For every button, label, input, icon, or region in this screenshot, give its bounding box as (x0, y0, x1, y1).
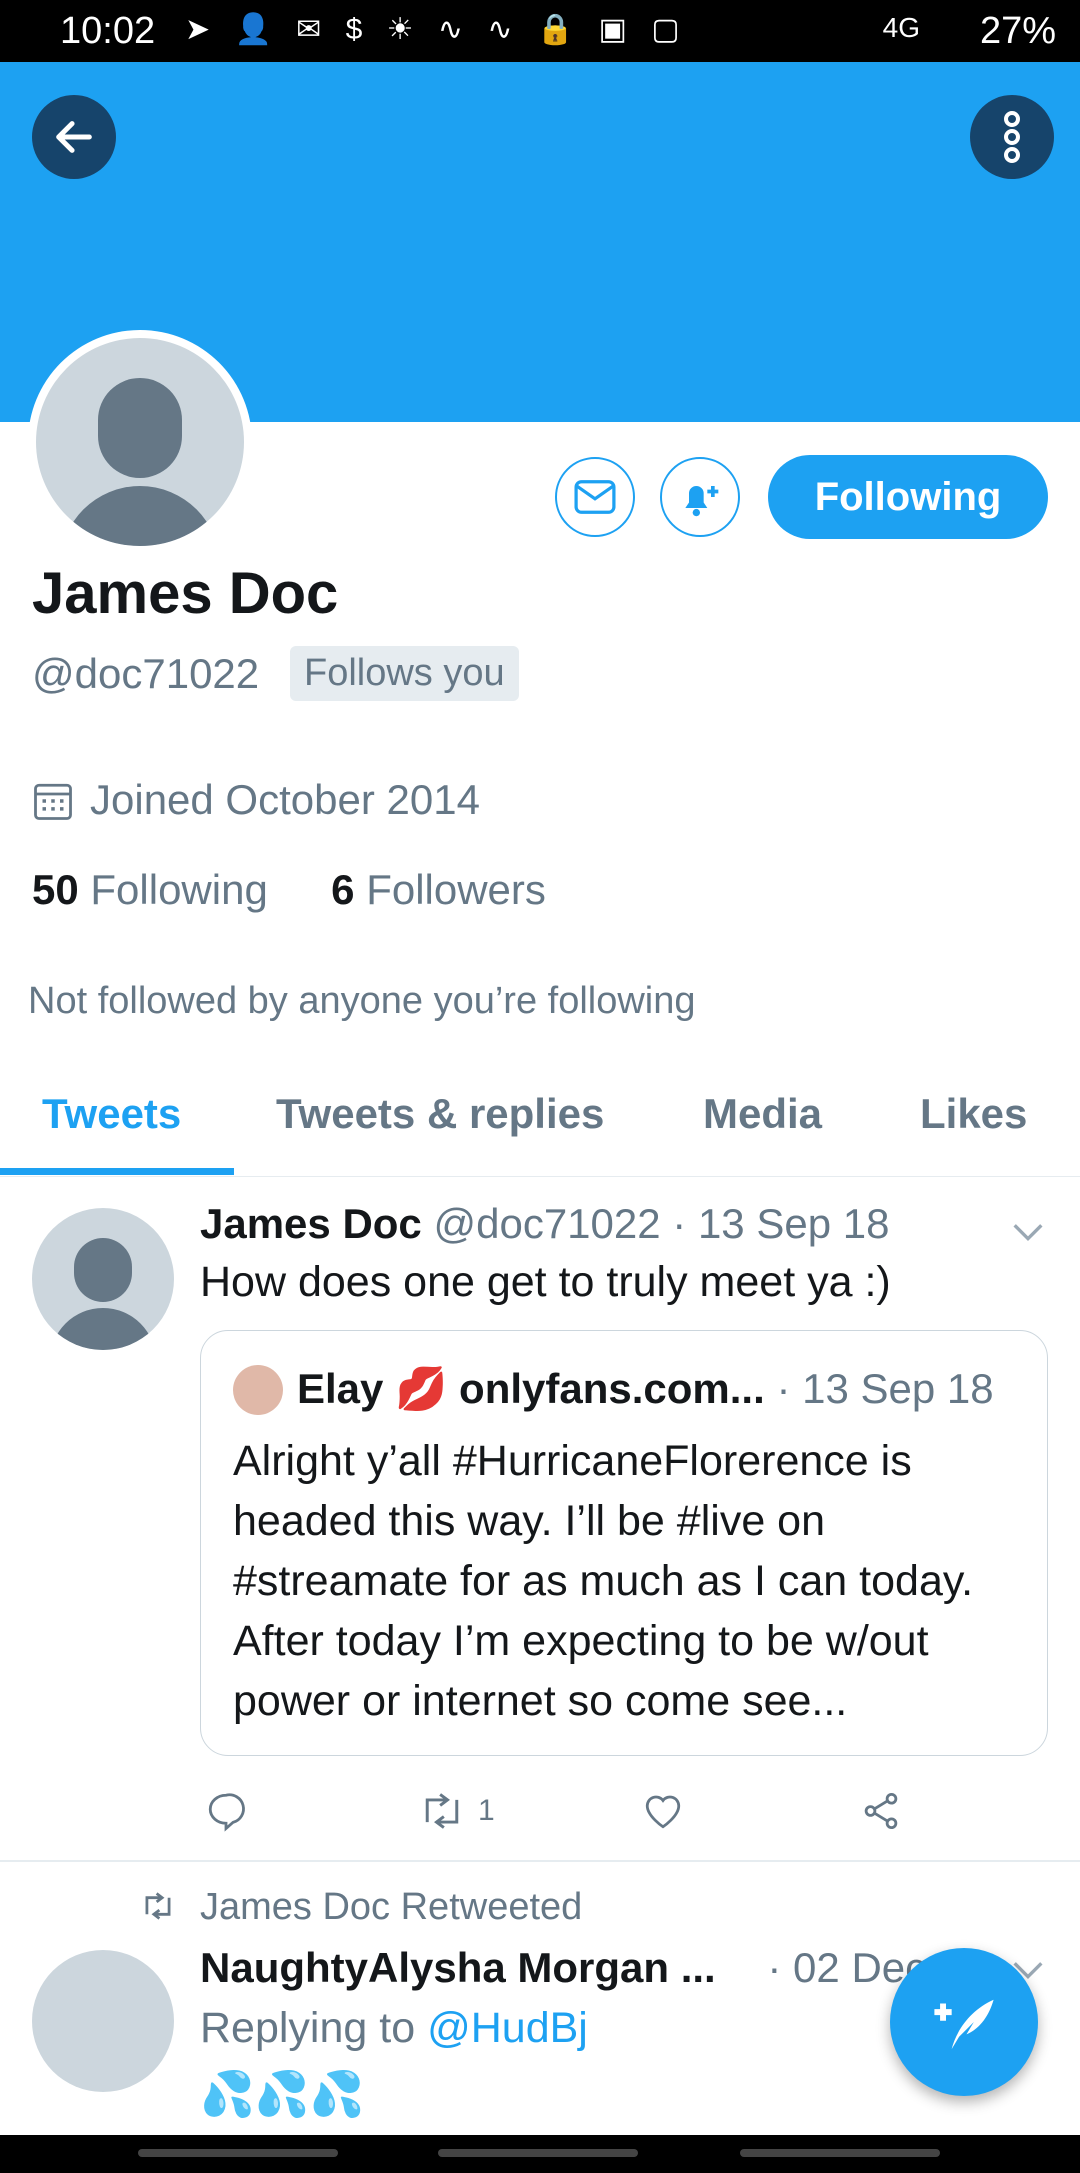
replying-to-line: Replying to @HudBj (200, 2004, 588, 2053)
following-button[interactable]: Following (768, 455, 1048, 539)
joined-date: Joined October 2014 (90, 776, 480, 823)
nav-segment[interactable] (740, 2149, 940, 2157)
quote-author: Elay 💋 onlyfans.com... (297, 1365, 765, 1412)
follows-you-badge: Follows you (290, 646, 519, 701)
heart-icon (645, 1795, 681, 1829)
active-tab-indicator (0, 1168, 234, 1175)
tweet-handle: @doc71022 (433, 1200, 661, 1247)
retweet-count: 1 (478, 1794, 495, 1827)
avatar-body (60, 486, 220, 546)
profile-tabs: Tweets Tweets & replies Media Likes (0, 1060, 1080, 1177)
tweet-date: · 13 Sep 18 (672, 1200, 890, 1247)
share-icon (864, 1792, 898, 1830)
avatar-head (74, 1238, 132, 1302)
status-time: 10:02 (60, 10, 156, 52)
tweet-header: James Doc @doc71022 · 13 Sep 18 (200, 1200, 889, 1248)
following-count: 50 (32, 866, 79, 913)
followers-link[interactable]: 6 Followers (331, 866, 546, 913)
following-link[interactable]: 50 Following (32, 866, 268, 913)
tweet-header: NaughtyAlysha Morgan ... · 02 Dec (200, 1944, 926, 1992)
tweet-author[interactable]: James Doc (200, 1200, 422, 1247)
tweet-divider (0, 1860, 1080, 1862)
tweet-avatar[interactable] (32, 1950, 174, 2092)
quoted-tweet[interactable]: Elay 💋 onlyfans.com... · 13 Sep 18 Alrig… (200, 1330, 1048, 1756)
back-button[interactable] (32, 95, 116, 179)
following-label: Following (90, 866, 268, 913)
tab-tweets-replies[interactable]: Tweets & replies (276, 1090, 604, 1138)
tab-likes[interactable]: Likes (920, 1090, 1027, 1138)
tweet-text: How does one get to truly meet ya :) (200, 1258, 891, 1306)
notifications-button[interactable] (660, 457, 740, 537)
mutual-followers-note: Not followed by anyone you’re following (28, 980, 696, 1022)
share-button[interactable] (860, 1790, 902, 1832)
nav-segment[interactable] (138, 2149, 338, 2157)
followers-count: 6 (331, 866, 355, 913)
message-button[interactable] (555, 457, 635, 537)
battery-level: 27% (979, 10, 1056, 52)
retweet-button[interactable]: 1 (418, 1790, 495, 1832)
avatar-head (98, 378, 182, 478)
back-arrow-icon (56, 121, 92, 153)
bell-plus-icon (685, 486, 719, 517)
profile-handle: @doc71022 (32, 650, 260, 697)
calendar-icon (32, 780, 74, 827)
replying-mention[interactable]: @HudBj (427, 2004, 588, 2052)
chevron-down-icon[interactable] (1008, 1212, 1048, 1257)
tweet-avatar[interactable] (32, 1208, 174, 1350)
more-vertical-icon (1004, 111, 1020, 163)
tweet-author[interactable]: NaughtyAlysha Morgan ... (200, 1944, 716, 1991)
compose-feather-icon (934, 1999, 994, 2050)
tab-tweets[interactable]: Tweets (42, 1090, 181, 1138)
follow-counts: 50 Following 6 Followers (32, 866, 546, 914)
retweet-icon (425, 1793, 459, 1829)
avatar-body (50, 1308, 156, 1350)
nav-segment[interactable] (438, 2149, 638, 2157)
network-indicator: 4G (882, 12, 920, 43)
compose-tweet-button[interactable] (890, 1948, 1038, 2096)
like-button[interactable] (642, 1790, 684, 1832)
envelope-icon (574, 480, 616, 514)
quote-header: Elay 💋 onlyfans.com... · 13 Sep 18 (297, 1365, 994, 1414)
profile-avatar[interactable] (36, 338, 244, 546)
status-bar: 10:02 ➤ 👤 ✉ $ ☀ ∿ ∿ 🔒 ▣ ▢ 4G 27% (0, 0, 1080, 62)
system-nav-bar (0, 2135, 1080, 2173)
reply-icon (208, 1793, 245, 1832)
reply-button[interactable] (205, 1790, 247, 1832)
quote-avatar (233, 1365, 283, 1415)
retweeted-by-label[interactable]: James Doc Retweeted (200, 1886, 582, 1929)
more-options-button[interactable] (970, 95, 1054, 179)
replying-prefix: Replying to (200, 2004, 416, 2052)
followers-label: Followers (366, 866, 546, 913)
retweet-indicator-icon (140, 1890, 176, 1927)
tab-media[interactable]: Media (703, 1090, 822, 1138)
profile-name: James Doc (32, 561, 339, 626)
quote-date: · 13 Sep 18 (776, 1365, 994, 1412)
notification-icons: ➤ 👤 ✉ $ ☀ ∿ ∿ 🔒 ▣ ▢ (185, 13, 688, 46)
tweet-text: 💦💦💦 (200, 2070, 365, 2119)
quote-text: Alright y’all #HurricaneFlorerence is he… (233, 1437, 974, 1725)
